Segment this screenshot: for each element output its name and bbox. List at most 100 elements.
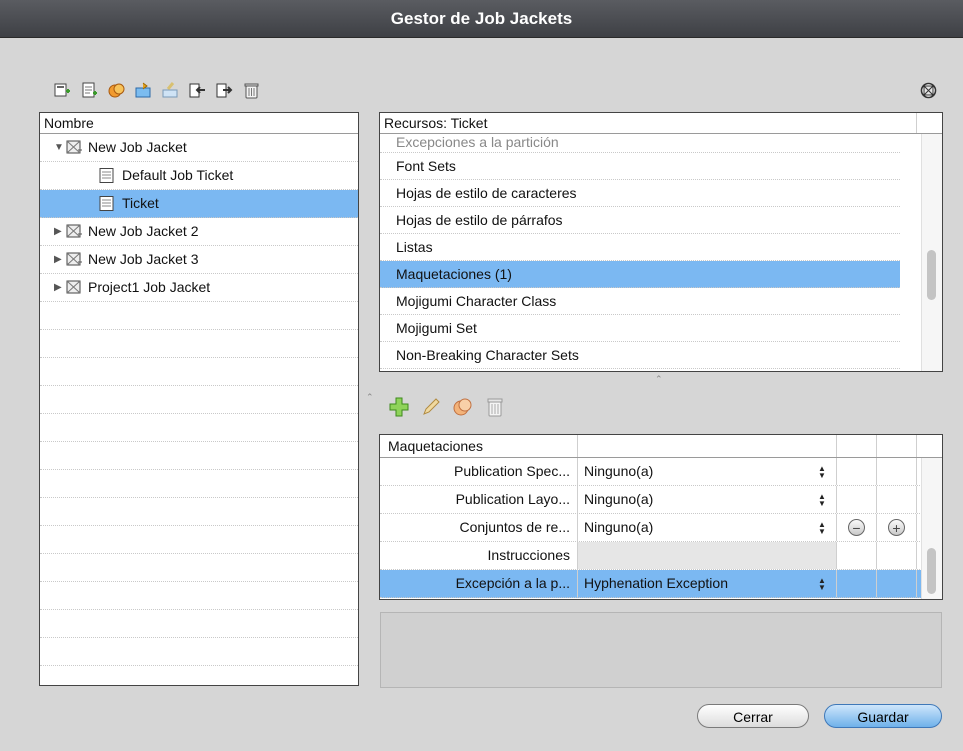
resource-item-character-styles[interactable]: Hojas de estilo de caracteres xyxy=(380,180,900,207)
disclosure-triangle-collapsed-icon[interactable]: ▶ xyxy=(54,274,62,301)
layout-row-value-select[interactable]: Ninguno(a) xyxy=(578,458,836,485)
column-divider xyxy=(836,435,837,457)
resource-item-lists[interactable]: Listas xyxy=(380,234,900,261)
ticket-icon xyxy=(99,168,114,183)
resource-item-layouts[interactable]: Maquetaciones (1) xyxy=(380,261,900,288)
job-jacket-icon xyxy=(66,140,82,154)
new-ticket-icon[interactable] xyxy=(80,81,99,100)
layouts-scroll-thumb[interactable] xyxy=(927,548,936,594)
tree-item-new-job-jacket-3[interactable]: ▶ New Job Jacket 3 xyxy=(40,246,358,274)
disclosure-triangle-expanded-icon[interactable]: ▼ xyxy=(54,134,64,161)
job-jacket-icon xyxy=(66,280,81,294)
tree-item-default-job-ticket[interactable]: Default Job Ticket xyxy=(40,162,358,190)
empty-row xyxy=(40,414,358,442)
tree-item-label: New Job Jacket xyxy=(88,139,187,155)
column-divider xyxy=(577,435,578,457)
column-divider xyxy=(916,113,917,133)
tree-column-header[interactable]: Nombre xyxy=(40,113,358,134)
tree-item-label: Default Job Ticket xyxy=(122,167,234,183)
duplicate-icon[interactable] xyxy=(452,396,474,418)
layouts-table-header: Maquetaciones xyxy=(380,435,942,458)
layout-row-publication-layout[interactable]: Publication Layo... Ninguno(a) ▲ ▼ xyxy=(380,486,942,514)
empty-row xyxy=(40,554,358,582)
resource-item-font-sets[interactable]: Font Sets xyxy=(380,153,900,180)
resource-item-non-breaking-character-sets[interactable]: Non-Breaking Character Sets xyxy=(380,342,900,369)
empty-row xyxy=(40,442,358,470)
updown-arrows-icon[interactable]: ▲ ▼ xyxy=(818,465,826,480)
resources-scrollbar[interactable] xyxy=(921,134,942,371)
updown-arrows-icon[interactable]: ▲ ▼ xyxy=(818,577,826,592)
resource-item-paragraph-styles[interactable]: Hojas de estilo de párrafos xyxy=(380,207,900,234)
updown-arrows-icon[interactable]: ▲ ▼ xyxy=(818,521,826,536)
tree-item-ticket[interactable]: Ticket xyxy=(40,190,358,218)
layouts-table[interactable]: Maquetaciones Publication Spec... Ningun… xyxy=(379,434,943,600)
layouts-scrollbar[interactable] xyxy=(921,458,942,599)
split-handle-icon[interactable]: ⌃ xyxy=(366,392,374,403)
empty-row xyxy=(40,302,358,330)
empty-row xyxy=(40,358,358,386)
add-icon[interactable]: + xyxy=(888,519,905,536)
layout-row-name: Publication Layo... xyxy=(455,491,570,507)
ticket-icon xyxy=(99,196,114,211)
resources-list[interactable]: Recursos: Ticket Excepciones a la partic… xyxy=(379,112,943,372)
trash-icon[interactable] xyxy=(242,81,261,100)
edit-icon[interactable] xyxy=(161,81,180,100)
layout-row-value-select[interactable]: Hyphenation Exception xyxy=(578,570,836,597)
column-divider xyxy=(916,435,917,457)
disclosure-triangle-collapsed-icon[interactable]: ▶ xyxy=(54,218,62,245)
layout-row-value-select[interactable]: Ninguno(a) xyxy=(578,486,836,513)
tree-item-new-job-jacket-2[interactable]: ▶ New Job Jacket 2 xyxy=(40,218,358,246)
job-jackets-tree[interactable]: Nombre ▼ New Job Jacket Default Job Tick… xyxy=(39,112,359,686)
link-icon[interactable] xyxy=(134,81,153,100)
window-title: Gestor de Job Jackets xyxy=(0,0,963,38)
tree-item-project1-job-jacket[interactable]: ▶ Project1 Job Jacket xyxy=(40,274,358,302)
resource-item-partial[interactable]: Excepciones a la partición xyxy=(380,134,900,153)
resource-item-mojigumi-set[interactable]: Mojigumi Set xyxy=(380,315,900,342)
add-icon[interactable] xyxy=(388,396,410,418)
layout-row-value xyxy=(578,542,836,569)
layout-row-name: Instrucciones xyxy=(487,547,570,563)
job-jacket-icon xyxy=(66,224,82,238)
layout-row-rule-sets[interactable]: Conjuntos de re... Ninguno(a) ▲ ▼ − + xyxy=(380,514,942,542)
empty-row xyxy=(40,470,358,498)
tree-item-label: New Job Jacket 3 xyxy=(88,251,199,267)
resource-item-mojigumi-character-class[interactable]: Mojigumi Character Class xyxy=(380,288,900,315)
tree-item-label: New Job Jacket 2 xyxy=(88,223,199,239)
resources-column-header[interactable]: Recursos: Ticket xyxy=(380,113,942,134)
layout-row-value-select[interactable]: Ninguno(a) xyxy=(578,514,836,541)
export-icon[interactable] xyxy=(215,81,234,100)
description-area xyxy=(380,612,942,688)
layout-row-name: Excepción a la p... xyxy=(455,575,570,591)
resources-scroll-thumb[interactable] xyxy=(927,250,936,300)
job-jacket-settings-icon[interactable] xyxy=(919,81,938,100)
new-job-jacket-icon[interactable] xyxy=(53,81,72,100)
empty-row xyxy=(40,386,358,414)
save-button[interactable]: Guardar xyxy=(824,704,942,728)
layout-row-publication-spec[interactable]: Publication Spec... Ninguno(a) ▲ ▼ xyxy=(380,458,942,486)
empty-row xyxy=(40,526,358,554)
main-toolbar xyxy=(53,81,261,100)
close-button[interactable]: Cerrar xyxy=(697,704,809,728)
split-handle-icon[interactable]: ⌃ xyxy=(655,374,663,385)
layout-row-hyphenation-exception[interactable]: Excepción a la p... Hyphenation Exceptio… xyxy=(380,570,942,598)
disclosure-triangle-collapsed-icon[interactable]: ▶ xyxy=(54,246,62,273)
layout-edit-toolbar xyxy=(388,396,506,418)
layouts-column-header[interactable]: Maquetaciones xyxy=(388,435,483,457)
empty-row xyxy=(40,638,358,666)
empty-row xyxy=(40,666,358,685)
duplicate-icon[interactable] xyxy=(107,81,126,100)
empty-row xyxy=(40,610,358,638)
tree-item-label: Ticket xyxy=(122,195,159,211)
edit-pencil-icon[interactable] xyxy=(420,396,442,418)
empty-row xyxy=(40,330,358,358)
layout-row-name: Publication Spec... xyxy=(454,463,570,479)
resources-header-label: Recursos: Ticket xyxy=(384,115,488,131)
layout-row-instructions[interactable]: Instrucciones xyxy=(380,542,942,570)
empty-row xyxy=(40,498,358,526)
empty-row xyxy=(40,582,358,610)
remove-icon[interactable]: − xyxy=(848,519,865,536)
import-icon[interactable] xyxy=(188,81,207,100)
updown-arrows-icon[interactable]: ▲ ▼ xyxy=(818,493,826,508)
tree-item-new-job-jacket[interactable]: ▼ New Job Jacket xyxy=(40,134,358,162)
trash-icon[interactable] xyxy=(484,396,506,418)
